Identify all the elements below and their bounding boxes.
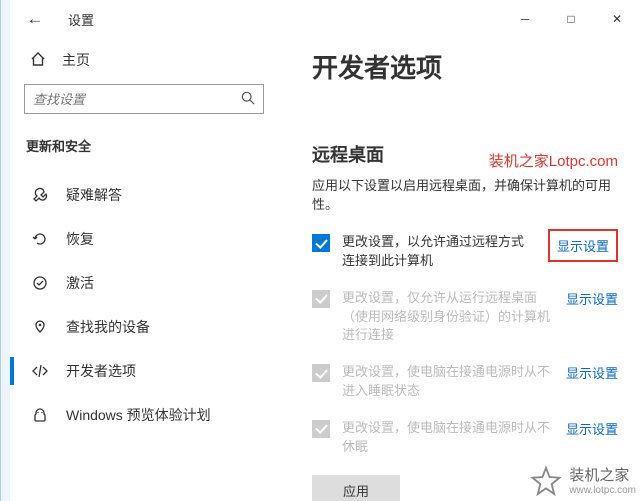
search-input[interactable] (33, 92, 241, 107)
sidebar-item-label: 激活 (66, 273, 94, 293)
show-settings-link[interactable]: 显示设置 (566, 363, 618, 382)
shadow-strip (0, 0, 10, 501)
sidebar-item-recovery[interactable]: 恢复 (24, 217, 264, 261)
developers-icon (32, 363, 48, 379)
minimize-button[interactable]: ─ (502, 3, 548, 35)
sidebar: 主页 更新和安全 疑难解答 (10, 38, 278, 501)
sidebar-item-label: 查找我的设备 (66, 317, 150, 337)
sidebar-item-find-device[interactable]: 查找我的设备 (24, 305, 264, 349)
setting-row-nla: 更改设置，仅允许从运行远程桌面（使用网络级别身份验证）的计算机进行连接 显示设置 (312, 289, 618, 346)
close-button[interactable]: ✕ (594, 3, 640, 35)
back-button[interactable]: ← (24, 8, 46, 30)
apply-button[interactable]: 应用 (312, 475, 400, 501)
checkbox-hibernate (312, 420, 330, 438)
setting-row-hibernate: 更改设置，使电脑在接通电源时从不休眠 显示设置 (312, 419, 618, 457)
setting-text: 更改设置，使电脑在接通电源时从不休眠 (342, 419, 554, 457)
show-settings-link[interactable]: 显示设置 (566, 419, 618, 438)
sidebar-item-troubleshoot[interactable]: 疑难解答 (24, 173, 264, 217)
main-panel: 开发者选项 远程桌面 装机之家Lotpc.com 应用以下设置以启用远程桌面，并… (278, 38, 640, 501)
titlebar: ← 设置 ─ □ ✕ (10, 0, 640, 38)
checkbox-sleep (312, 364, 330, 382)
insider-icon (32, 407, 48, 423)
nav-list: 疑难解答 恢复 激活 (24, 173, 264, 437)
sidebar-item-activation[interactable]: 激活 (24, 261, 264, 305)
troubleshoot-icon (32, 187, 48, 203)
home-icon (30, 51, 46, 70)
setting-text: 更改设置，以允许通过远程方式连接到此计算机 (342, 233, 536, 271)
section-description: 应用以下设置以启用远程桌面，并确保计算机的可用性。 (312, 175, 618, 213)
activation-icon (32, 275, 48, 291)
section-title: 远程桌面 (312, 141, 618, 167)
setting-text: 更改设置，仅允许从运行远程桌面（使用网络级别身份验证）的计算机进行连接 (342, 289, 554, 346)
search-box[interactable] (24, 84, 264, 114)
recovery-icon (32, 231, 48, 247)
sidebar-item-label: 开发者选项 (66, 361, 136, 381)
sidebar-category: 更新和安全 (24, 136, 264, 155)
sidebar-home-label: 主页 (62, 50, 90, 70)
checkbox-nla (312, 290, 330, 308)
show-settings-link[interactable]: 显示设置 (548, 229, 618, 262)
search-icon (241, 91, 255, 108)
settings-window: ← 设置 ─ □ ✕ 主页 更新和安全 (10, 0, 640, 501)
sidebar-item-label: Windows 预览体验计划 (66, 405, 211, 425)
content-area: 主页 更新和安全 疑难解答 (10, 38, 640, 501)
page-title: 开发者选项 (312, 48, 618, 85)
sidebar-item-insider[interactable]: Windows 预览体验计划 (24, 393, 264, 437)
find-device-icon (32, 319, 48, 335)
show-settings-link[interactable]: 显示设置 (566, 289, 618, 308)
setting-row-remote-allow: 更改设置，以允许通过远程方式连接到此计算机 显示设置 (312, 233, 618, 271)
sidebar-item-developers[interactable]: 开发者选项 (24, 349, 264, 393)
setting-row-sleep: 更改设置，使电脑在接通电源时从不进入睡眠状态 显示设置 (312, 363, 618, 401)
maximize-button[interactable]: □ (548, 3, 594, 35)
sidebar-home[interactable]: 主页 (24, 44, 264, 84)
sidebar-item-label: 恢复 (66, 229, 94, 249)
window-title: 设置 (68, 10, 94, 29)
window-controls: ─ □ ✕ (502, 3, 640, 35)
sidebar-item-label: 疑难解答 (66, 185, 122, 205)
setting-text: 更改设置，使电脑在接通电源时从不进入睡眠状态 (342, 363, 554, 401)
checkbox-remote-allow[interactable] (312, 234, 330, 252)
